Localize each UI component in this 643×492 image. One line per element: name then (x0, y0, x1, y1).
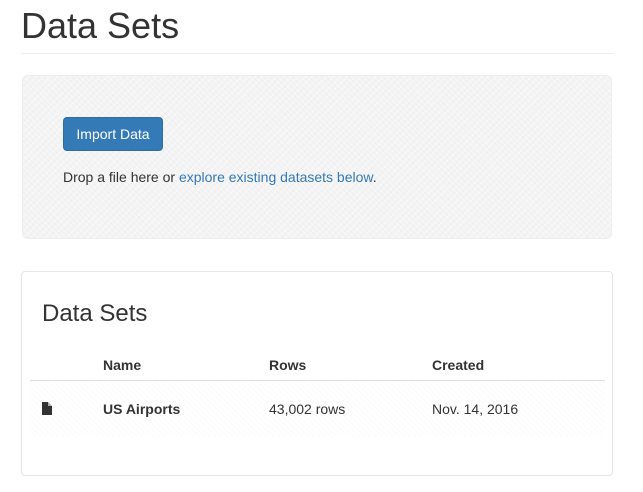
table-header-row: Name Rows Created (30, 350, 605, 381)
file-icon (42, 401, 52, 418)
page: Data Sets Import Data Drop a file here o… (0, 0, 643, 492)
dataset-created-date: Nov. 14, 2016 (432, 380, 605, 437)
dropzone-instructions: Drop a file here or explore existing dat… (63, 167, 377, 187)
row-icon-cell (30, 380, 103, 437)
dropzone-text-prefix: Drop a file here or (63, 169, 179, 185)
dropzone-text-suffix: . (372, 169, 377, 185)
explore-datasets-link[interactable]: explore existing datasets below (179, 169, 373, 185)
datasets-panel-title: Data Sets (42, 300, 148, 327)
name-column-header[interactable]: Name (103, 350, 269, 381)
rows-column-header[interactable]: Rows (269, 350, 432, 381)
import-data-button[interactable]: Import Data (63, 117, 163, 151)
file-dropzone[interactable]: Import Data Drop a file here or explore … (22, 75, 612, 239)
datasets-table: Name Rows Created US Airports 43,002 row… (30, 350, 605, 437)
table-row[interactable]: US Airports 43,002 rows Nov. 14, 2016 (30, 380, 605, 437)
datasets-panel: Data Sets Name Rows Created US Airports … (21, 271, 613, 476)
title-divider (21, 53, 613, 54)
created-column-header[interactable]: Created (432, 350, 605, 381)
dataset-row-count: 43,002 rows (269, 380, 432, 437)
dataset-name[interactable]: US Airports (103, 380, 269, 437)
icon-column-header (30, 350, 103, 381)
datasets-table-wrap: Name Rows Created US Airports 43,002 row… (30, 350, 605, 437)
page-title: Data Sets (21, 5, 180, 46)
